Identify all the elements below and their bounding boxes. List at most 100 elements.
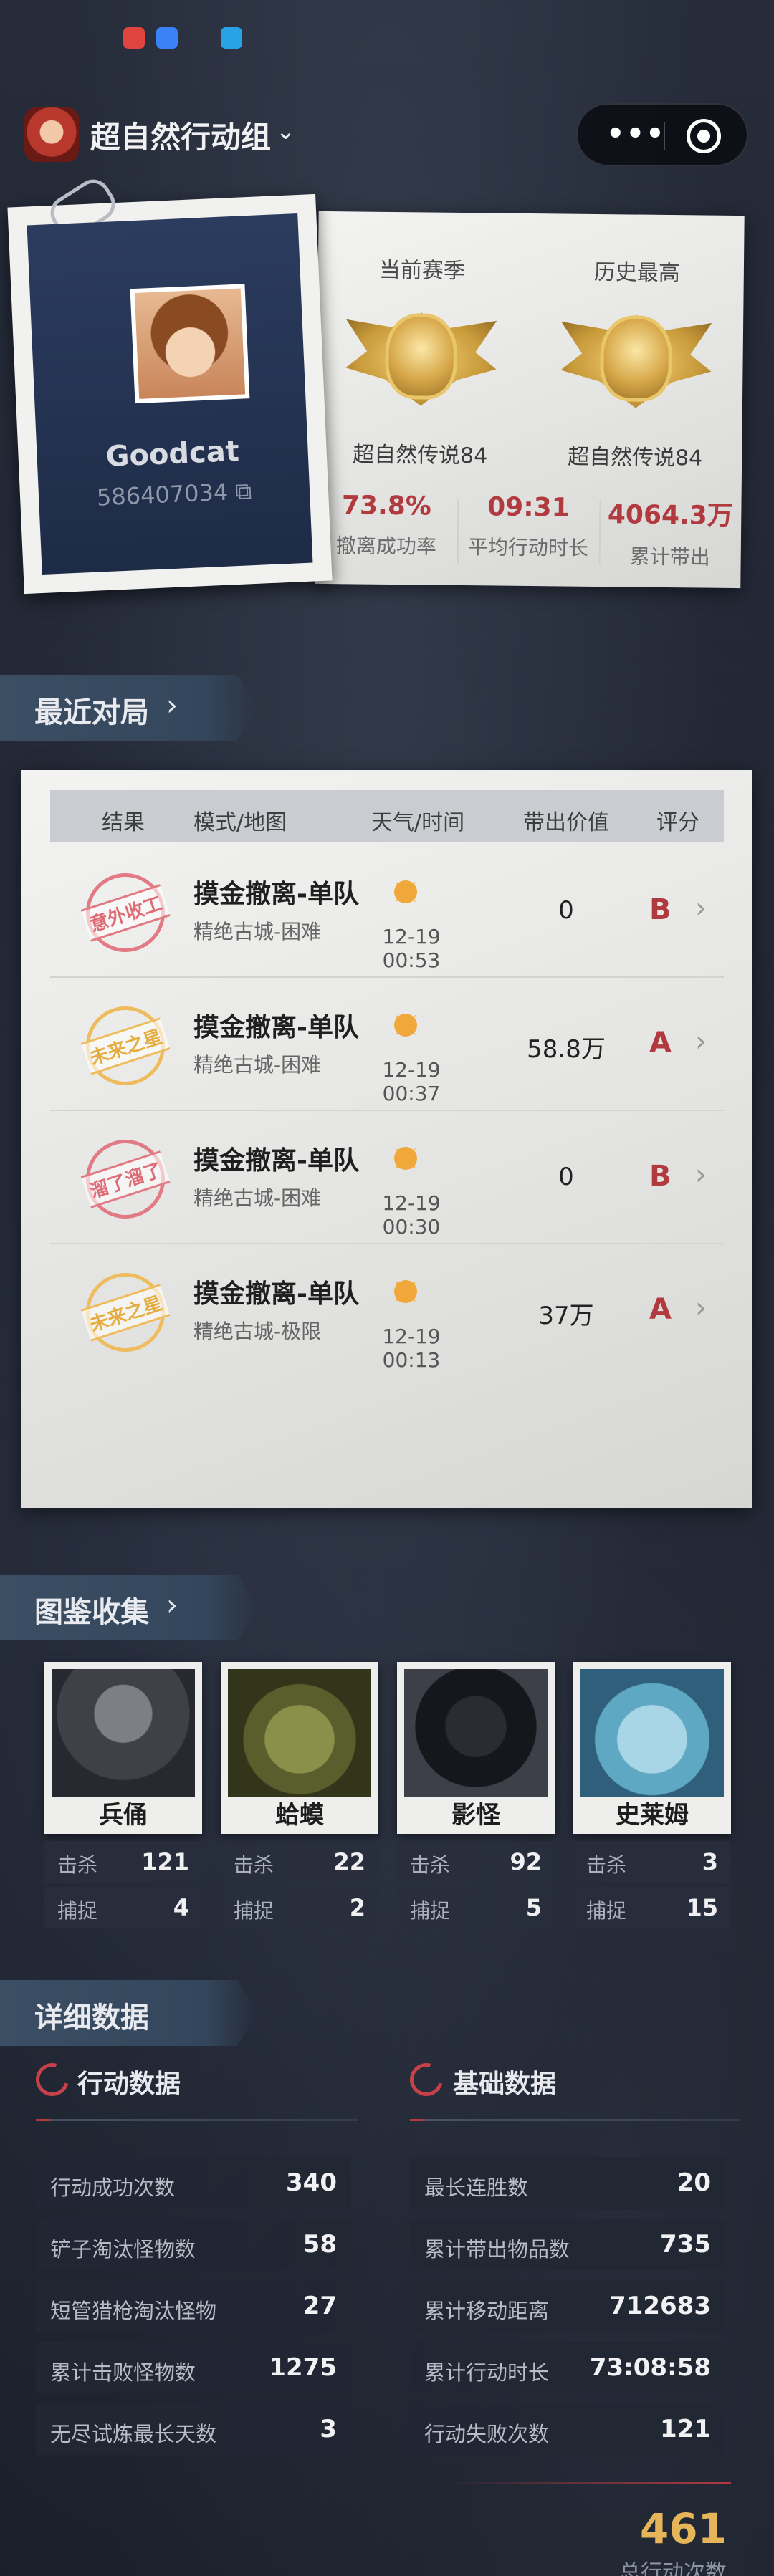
- data-label: 累计击败怪物数: [50, 2360, 196, 2385]
- player-id[interactable]: 586407034 ⧉: [38, 475, 310, 514]
- chevron-down-icon[interactable]: ⌄: [276, 117, 295, 145]
- table-row[interactable]: 意外收工 摸金撤离-单队 精绝古城-困难 12-19 00:53 0 B ›: [50, 845, 724, 978]
- data-row: 行动成功次数 340: [36, 2157, 351, 2209]
- history-best-label: 历史最高: [593, 259, 681, 287]
- header-mode: 模式/地图: [194, 810, 287, 835]
- capture-label: 捕捉: [234, 1899, 274, 1923]
- match-grade: A: [649, 1293, 672, 1326]
- table-row[interactable]: 未来之星 摸金撤离-单队 精绝古城-困难 12-19 00:37 58.8万 A…: [50, 978, 724, 1111]
- stamp-text: 溜了溜了: [80, 1150, 171, 1208]
- table-header: 结果 模式/地图 天气/时间 带出价值 评分: [50, 790, 724, 842]
- capture-value: 15: [686, 1894, 718, 1921]
- stat-value: 73.8%: [341, 491, 432, 522]
- data-value: 73:08:58: [589, 2353, 711, 2382]
- data-value: 58: [302, 2230, 337, 2259]
- divider: [444, 2482, 731, 2484]
- current-season-rank: 超自然传说84: [352, 442, 488, 469]
- data-row: 最长连胜数 20: [410, 2157, 725, 2209]
- kill-value: 3: [702, 1848, 718, 1875]
- history-best-rank: 超自然传说84: [567, 444, 703, 471]
- total-actions-label: 总行动次数: [619, 2560, 727, 2576]
- more-icon[interactable]: •••: [606, 117, 666, 150]
- kill-value: 121: [141, 1848, 189, 1875]
- data-row: 短管猎枪淘汰怪物 27: [36, 2280, 351, 2332]
- current-season-label: 当前赛季: [378, 257, 466, 284]
- data-row: 累计带出物品数 735: [410, 2219, 725, 2270]
- capture-stat: 捕捉 5: [397, 1887, 555, 1928]
- table-row[interactable]: 溜了溜了 摸金撤离-单队 精绝古城-困难 12-19 00:30 0 B ›: [50, 1111, 724, 1244]
- chevron-right-icon[interactable]: ›: [695, 1292, 707, 1325]
- stamp-text: 意外收工: [80, 883, 171, 942]
- app-header: 超自然行动组 ⌄ •••: [0, 100, 774, 172]
- data-label: 累计带出物品数: [424, 2237, 570, 2262]
- match-map: 精绝古城-困难: [194, 1186, 322, 1210]
- sun-icon: [387, 1140, 424, 1177]
- stamp-text: 未来之星: [80, 1283, 171, 1342]
- season-paper: 当前赛季 超自然传说84 历史最高 超自然传说84 73.8% 撤离成功率 09…: [315, 211, 745, 589]
- app-avatar[interactable]: [24, 107, 79, 162]
- monster-card-hama[interactable]: 蛤蟆 击杀 22 捕捉 2: [221, 1662, 378, 1934]
- section-title: 图鉴收集: [34, 1596, 149, 1629]
- match-map: 精绝古城-极限: [194, 1320, 322, 1343]
- match-mode: 摸金撤离-单队: [194, 880, 359, 909]
- data-value: 1275: [269, 2353, 337, 2382]
- status-bar: [0, 0, 774, 79]
- chevron-right-icon: ›: [166, 689, 178, 722]
- match-value: 37万: [538, 1302, 594, 1330]
- monster-portrait: 兵俑: [44, 1662, 202, 1834]
- result-stamp: 未来之星: [75, 1262, 176, 1363]
- app-title[interactable]: 超自然行动组: [90, 113, 271, 157]
- kill-stat: 击杀 3: [573, 1841, 731, 1883]
- stat-label: 累计带出: [629, 544, 710, 569]
- chevron-right-icon[interactable]: ›: [695, 892, 707, 925]
- kill-stat: 击杀 22: [221, 1841, 378, 1883]
- monster-card-bingyong[interactable]: 兵俑 击杀 121 捕捉 4: [44, 1662, 202, 1934]
- header-weather: 天气/时间: [371, 810, 465, 835]
- kill-stat: 击杀 92: [397, 1841, 555, 1883]
- stat-total-carried: 4064.3万 累计带出: [599, 494, 742, 571]
- kill-label: 击杀: [234, 1853, 274, 1877]
- section-title: 最近对局: [34, 696, 149, 729]
- capture-value: 4: [173, 1894, 189, 1921]
- copy-icon[interactable]: ⧉: [234, 477, 252, 505]
- player-id-text: 586407034: [96, 478, 229, 511]
- section-title: 详细数据: [34, 2001, 149, 2034]
- capture-label: 捕捉: [586, 1899, 627, 1923]
- monster-card-slime[interactable]: 史莱姆 击杀 3 捕捉 15: [573, 1662, 731, 1934]
- toad-icon: [228, 1669, 371, 1797]
- telegram-icon: [221, 27, 242, 49]
- monster-card-yingguai[interactable]: 影怪 击杀 92 捕捉 5: [397, 1662, 555, 1934]
- basic-data-title: 基础数据: [453, 2070, 557, 2099]
- close-target-icon[interactable]: [687, 119, 721, 153]
- data-label: 累计行动时长: [424, 2360, 550, 2385]
- section-recent-matches[interactable]: 最近对局 ›: [0, 675, 258, 741]
- sun-icon: [387, 1006, 424, 1044]
- capture-stat: 捕捉 4: [44, 1887, 202, 1928]
- chevron-right-icon[interactable]: ›: [695, 1025, 707, 1058]
- header-result: 结果: [102, 810, 145, 835]
- chevron-right-icon[interactable]: ›: [695, 1158, 707, 1191]
- capture-stat: 捕捉 15: [573, 1887, 731, 1928]
- data-label: 无尽试炼最长天数: [50, 2422, 217, 2446]
- section-collection[interactable]: 图鉴收集 ›: [0, 1575, 258, 1640]
- match-map: 精绝古城-困难: [194, 920, 322, 943]
- data-value: 735: [660, 2230, 711, 2259]
- player-card-inner: Goodcat 586407034 ⧉: [27, 213, 313, 575]
- map-pin-icon: [123, 27, 145, 49]
- kill-label: 击杀: [57, 1853, 98, 1877]
- player-card: Goodcat 586407034 ⧉: [7, 173, 333, 595]
- table-row[interactable]: 未来之星 摸金撤离-单队 精绝古城-极限 12-19 00:13 37万 A ›: [50, 1244, 724, 1378]
- monster-portrait: 蛤蟆: [221, 1662, 378, 1834]
- header-value: 带出价值: [523, 810, 609, 835]
- data-row: 行动失败次数 121: [410, 2403, 725, 2455]
- rank-emblem-icon: [345, 290, 497, 428]
- profile-stats: 73.8% 撤离成功率 09:31 平均行动时长 4064.3万 累计带出: [315, 491, 741, 581]
- data-value: 3: [320, 2415, 337, 2443]
- capsule-divider: [664, 122, 665, 150]
- monster-portrait: 史莱姆: [573, 1662, 731, 1834]
- data-value: 121: [660, 2415, 711, 2443]
- result-stamp: 溜了溜了: [75, 1129, 176, 1229]
- match-time: 12-19 00:53: [382, 925, 441, 972]
- kill-label: 击杀: [586, 1853, 627, 1877]
- stat-value: 4064.3万: [607, 500, 733, 531]
